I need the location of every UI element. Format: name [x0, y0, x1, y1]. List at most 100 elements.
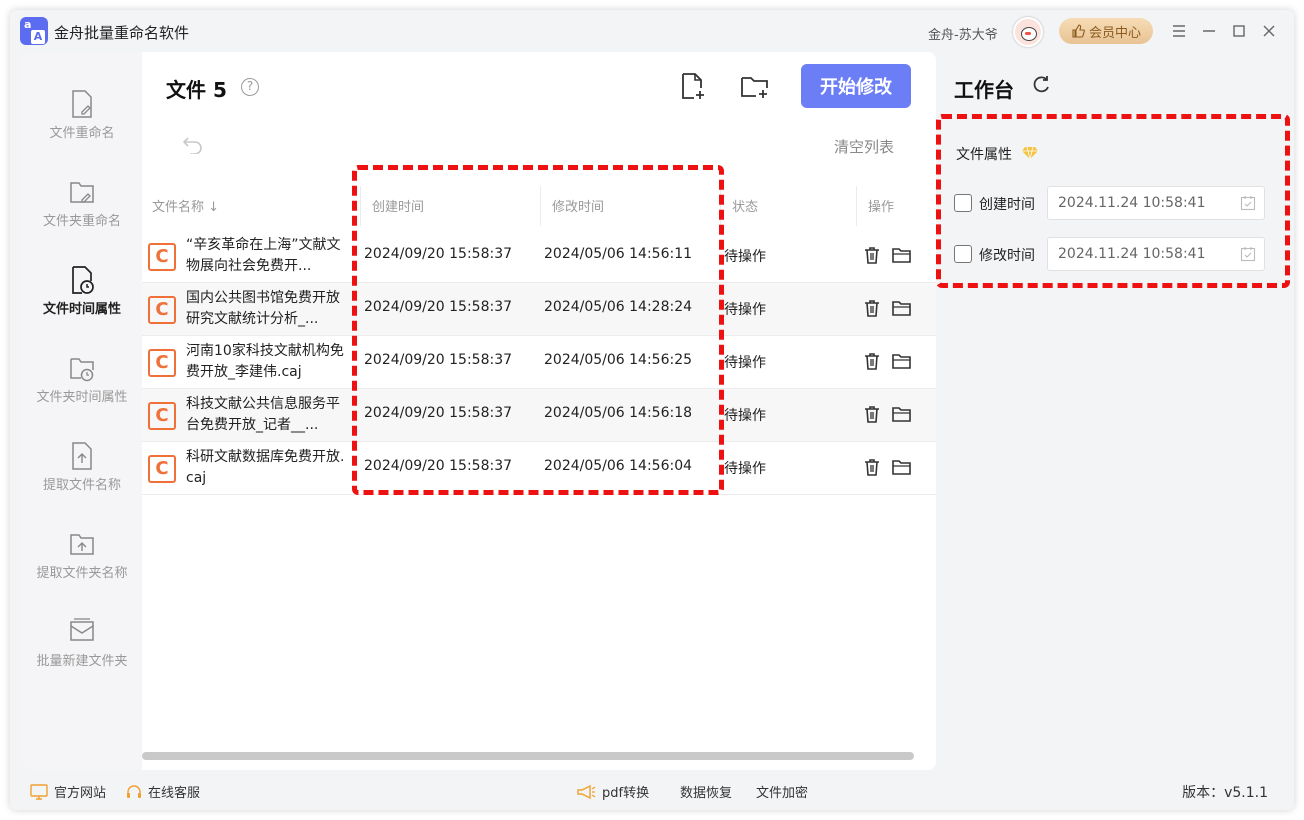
- table-row[interactable]: C “辛亥革命在上海”文献文物展向社会免费开... 2024/09/20 15:…: [142, 230, 936, 283]
- table-row[interactable]: C 科技文献公共信息服务平台免费开放_记者__... 2024/09/20 15…: [142, 389, 936, 442]
- sidebar-item-label: 批量新建文件夹: [36, 654, 128, 669]
- headset-icon: [127, 784, 141, 798]
- file-clock-icon: [72, 266, 94, 294]
- pdf-convert-label: pdf转换: [602, 786, 650, 801]
- column-divider: [720, 186, 721, 226]
- table-header: 文件名称 ↓ 创建时间 修改时间 状态 操作: [142, 178, 936, 230]
- created-time-label: 创建时间: [979, 197, 1035, 213]
- minimize-icon[interactable]: [1198, 20, 1220, 42]
- sidebar-item-label: 文件夹重命名: [42, 214, 121, 229]
- created-time: 2024/09/20 15:58:37: [364, 352, 513, 368]
- column-divider: [360, 186, 361, 226]
- workbench-title: 工作台: [954, 78, 1014, 102]
- sort-arrow-down-icon: ↓: [208, 200, 220, 215]
- vip-center-label: 会员中心: [1088, 25, 1141, 41]
- sidebar-item-file-time[interactable]: 文件时间属性: [22, 266, 142, 336]
- created-time: 2024/09/20 15:58:37: [364, 299, 513, 315]
- created-time: 2024/09/20 15:58:37: [364, 458, 513, 474]
- modified-time: 2024/05/06 14:56:25: [544, 352, 693, 368]
- open-folder-icon[interactable]: [892, 351, 912, 371]
- avatar[interactable]: [1013, 17, 1043, 47]
- caj-file-icon: C: [148, 296, 176, 324]
- folder-upload-icon: [70, 534, 94, 555]
- app-window: a A 金舟批量重命名软件 金舟-苏大爷 会员中心 文件重命名 文件夹重命名 文…: [10, 10, 1294, 810]
- table-row[interactable]: C 国内公共图书馆免费开放研究文献统计分析_... 2024/09/20 15:…: [142, 283, 936, 336]
- open-folder-icon[interactable]: [892, 404, 912, 424]
- file-edit-icon: [72, 90, 92, 118]
- calendar-icon[interactable]: [1240, 246, 1256, 262]
- status-text: 待操作: [724, 249, 766, 265]
- sidebar-item-file-rename[interactable]: 文件重命名: [22, 90, 142, 160]
- official-website-label: 官方网站: [54, 786, 107, 801]
- sidebar-item-folder-time[interactable]: 文件夹时间属性: [22, 354, 142, 424]
- column-header-modified[interactable]: 修改时间: [552, 196, 604, 215]
- delete-icon[interactable]: [862, 457, 882, 477]
- help-icon[interactable]: ?: [241, 78, 259, 96]
- modified-time-checkbox[interactable]: [954, 245, 972, 263]
- modified-time: 2024/05/06 14:56:11: [544, 246, 693, 262]
- file-upload-icon: [72, 442, 92, 470]
- open-folder-icon[interactable]: [892, 245, 912, 265]
- close-icon[interactable]: [1258, 20, 1280, 42]
- open-folder-icon[interactable]: [892, 298, 912, 318]
- status-text: 待操作: [724, 302, 766, 318]
- column-header-created[interactable]: 创建时间: [372, 196, 424, 215]
- logo-letter-b: A: [31, 30, 45, 44]
- created-time-value: 2024.11.24 10:58:41: [1058, 195, 1206, 211]
- column-header-actions: 操作: [868, 200, 895, 215]
- column-header-name[interactable]: 文件名称 ↓: [152, 196, 219, 215]
- data-recovery-link[interactable]: 数据恢复: [680, 782, 732, 801]
- delete-icon[interactable]: [862, 404, 882, 424]
- thumb-up-icon: [1072, 24, 1085, 38]
- status-text: 待操作: [724, 461, 766, 477]
- modified-time: 2024/05/06 14:56:04: [544, 458, 693, 474]
- official-website-link[interactable]: 官方网站: [30, 782, 106, 801]
- sidebar-item-batch-new-folder[interactable]: 批量新建文件夹: [22, 618, 142, 688]
- column-header-label: 文件名称: [152, 200, 205, 215]
- caj-file-icon: C: [148, 455, 176, 483]
- delete-icon[interactable]: [862, 245, 882, 265]
- refresh-icon[interactable]: [1030, 74, 1052, 96]
- sidebar-item-label: 文件重命名: [49, 126, 115, 141]
- page-title: 文件 5: [166, 78, 227, 102]
- status-text: 待操作: [724, 408, 766, 424]
- open-folder-icon[interactable]: [892, 457, 912, 477]
- monitor-icon: [30, 783, 48, 800]
- modified-time-input[interactable]: 2024.11.24 10:58:41: [1047, 237, 1265, 271]
- modified-time: 2024/05/06 14:56:18: [544, 405, 693, 421]
- created-time-checkbox[interactable]: [954, 194, 972, 212]
- file-name: “辛亥革命在上海”文献文物展向社会免费开...: [186, 237, 341, 274]
- add-folder-icon[interactable]: [740, 72, 770, 102]
- file-list-panel: 文件 5 ? 开始修改 清空列表 文件名称 ↓ 创建时间 修改时间 状态 操作 …: [142, 52, 936, 770]
- add-file-icon[interactable]: [678, 72, 708, 102]
- pdf-convert-link[interactable]: pdf转换: [576, 782, 649, 801]
- table-row[interactable]: C 河南10家科技文献机构免费开放_李建伟.caj 2024/09/20 15:…: [142, 336, 936, 389]
- modified-time: 2024/05/06 14:28:24: [544, 299, 693, 315]
- created-time-input[interactable]: 2024.11.24 10:58:41: [1047, 186, 1265, 220]
- undo-icon[interactable]: [182, 136, 204, 154]
- maximize-icon[interactable]: [1228, 20, 1250, 42]
- app-logo-icon: a A: [20, 17, 48, 45]
- clear-list-button[interactable]: 清空列表: [834, 136, 894, 157]
- delete-icon[interactable]: [862, 351, 882, 371]
- file-encrypt-link[interactable]: 文件加密: [756, 782, 808, 801]
- menu-icon[interactable]: [1168, 20, 1190, 42]
- sidebar-item-label: 提取文件名称: [42, 478, 121, 493]
- column-divider: [856, 186, 857, 226]
- online-support-link[interactable]: 在线客服: [126, 782, 200, 801]
- delete-icon[interactable]: [862, 298, 882, 318]
- calendar-icon[interactable]: [1240, 195, 1256, 211]
- file-name: 国内公共图书馆免费开放研究文献统计分析_...: [186, 290, 340, 327]
- modified-time-label: 修改时间: [979, 248, 1035, 264]
- table-row[interactable]: C 科研文献数据库免费开放.caj 2024/09/20 15:58:37 20…: [142, 442, 936, 495]
- version-label: 版本：v5.1.1: [1182, 785, 1268, 801]
- caj-file-icon: C: [148, 349, 176, 377]
- sidebar-item-folder-rename[interactable]: 文件夹重命名: [22, 178, 142, 248]
- sidebar-item-extract-folder-names[interactable]: 提取文件夹名称: [22, 530, 142, 600]
- user-name[interactable]: 金舟-苏大爷: [928, 24, 998, 43]
- vip-center-button[interactable]: 会员中心: [1059, 18, 1153, 44]
- online-support-label: 在线客服: [148, 786, 201, 801]
- start-modify-button[interactable]: 开始修改: [801, 64, 911, 108]
- horizontal-scrollbar[interactable]: [142, 752, 914, 760]
- sidebar-item-extract-file-names[interactable]: 提取文件名称: [22, 442, 142, 512]
